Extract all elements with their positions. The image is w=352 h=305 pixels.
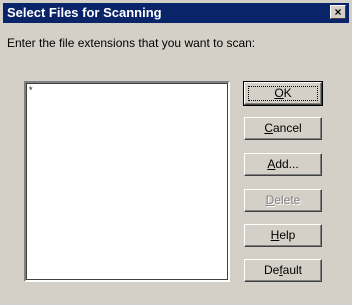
add-button[interactable]: Add... (244, 153, 322, 176)
ok-button[interactable]: OK (243, 81, 323, 106)
list-item[interactable]: * (29, 85, 33, 95)
help-button[interactable]: Help (244, 224, 322, 247)
delete-button[interactable]: Delete (244, 189, 322, 212)
close-icon: × (334, 5, 342, 19)
default-label-pre: De (263, 263, 280, 277)
dialog-title: Select Files for Scanning (7, 5, 162, 20)
instruction-label: Enter the file extensions that you want … (7, 36, 256, 50)
select-files-dialog: Select Files for Scanning × Enter the fi… (0, 0, 352, 305)
add-label-rest: dd... (275, 157, 299, 171)
cancel-button[interactable]: Cancel (244, 117, 322, 140)
extensions-listbox[interactable]: * (24, 81, 230, 282)
delete-mnemonic: D (265, 193, 275, 207)
close-button[interactable]: × (330, 5, 346, 19)
default-label-rest: ault (282, 263, 303, 277)
focus-rectangle (248, 86, 318, 101)
default-button[interactable]: Default (244, 259, 322, 282)
cancel-label-rest: ancel (272, 121, 302, 135)
cancel-mnemonic: C (264, 121, 273, 135)
title-bar: Select Files for Scanning × (3, 3, 349, 23)
help-label-rest: elp (279, 228, 296, 242)
delete-label-rest: elete (274, 193, 301, 207)
